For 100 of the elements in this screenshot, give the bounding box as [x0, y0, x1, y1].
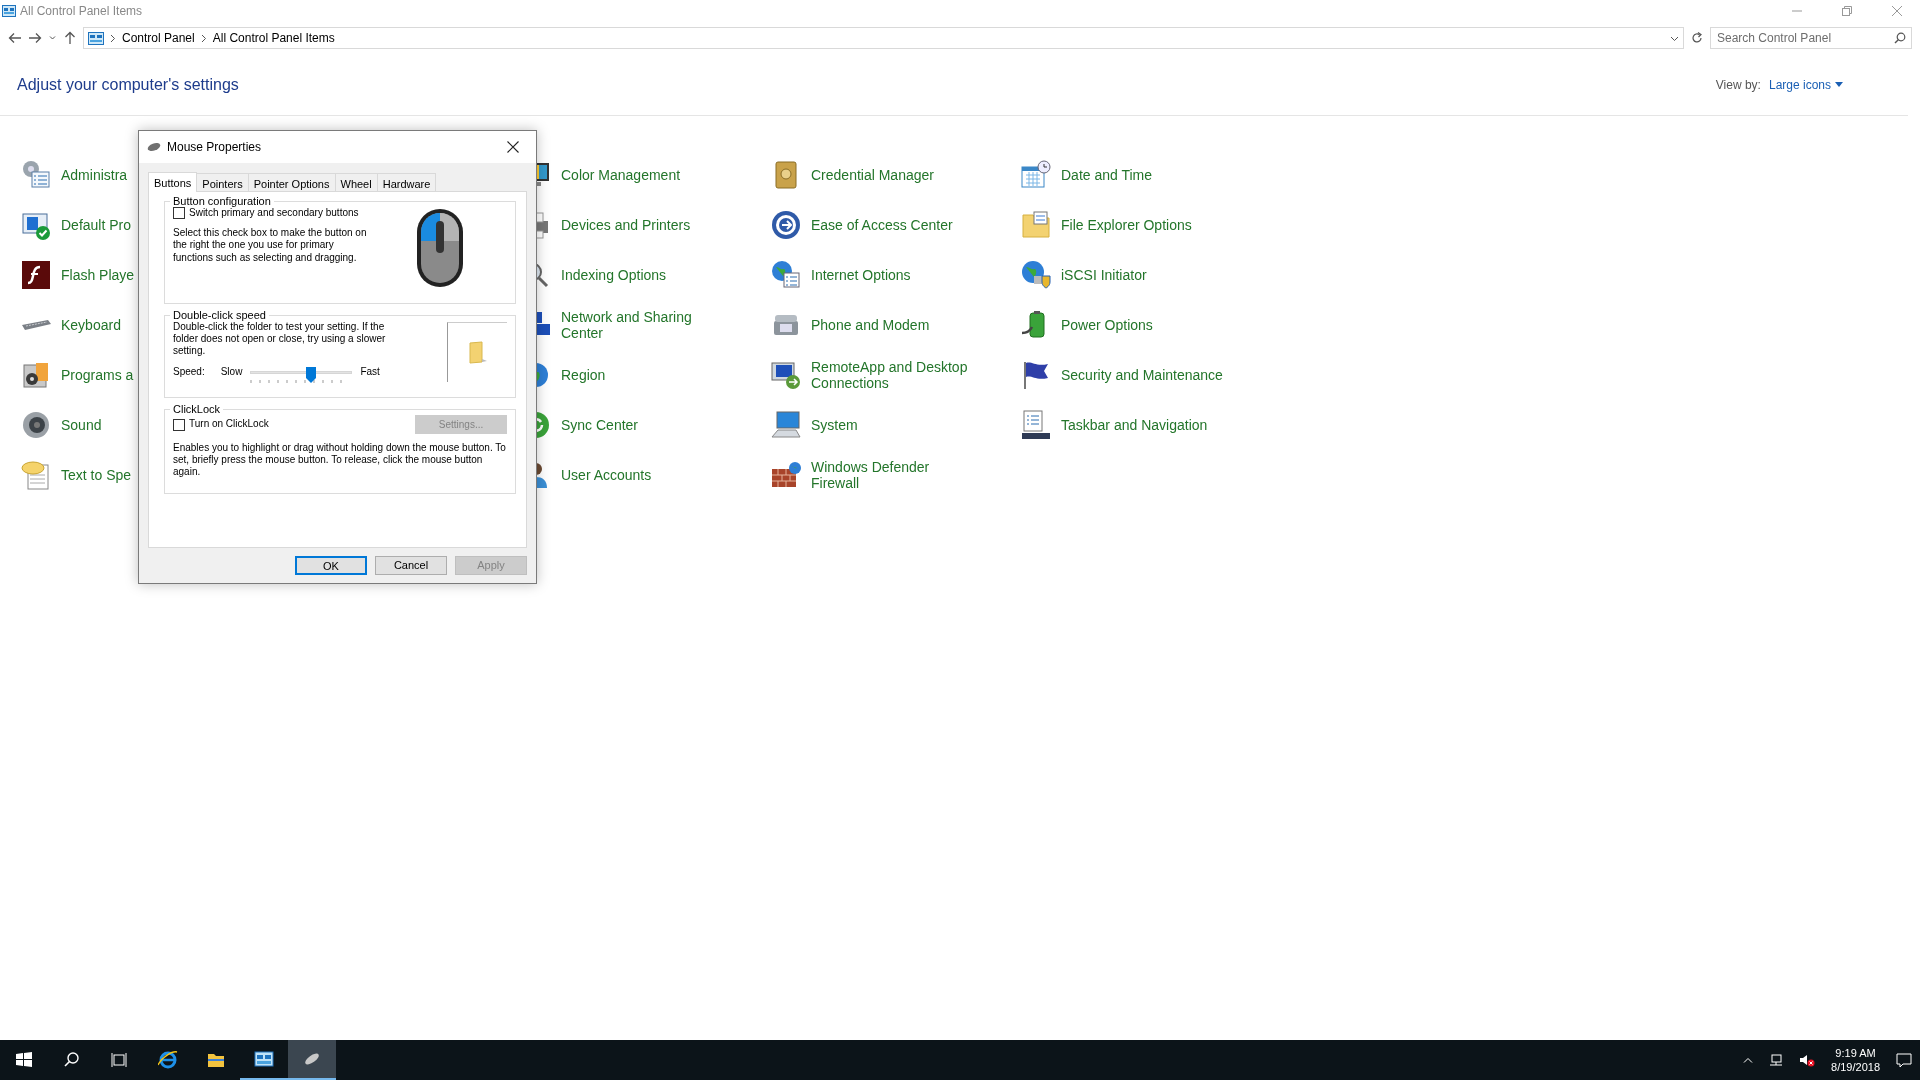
calendar-clock-icon: [1020, 159, 1052, 191]
control-panel-icon: [88, 31, 104, 45]
window-title: All Control Panel Items: [20, 3, 143, 20]
settings-item-link[interactable]: Indexing Options: [561, 266, 667, 284]
checklist-taskbar-icon: [1020, 409, 1052, 441]
forward-button[interactable]: [28, 31, 42, 45]
refresh-button[interactable]: [1690, 31, 1704, 45]
dialog-button[interactable]: Cancel: [375, 556, 447, 575]
network-icon[interactable]: [1769, 1053, 1784, 1067]
control-panel-icon: [254, 1049, 274, 1069]
settings-item-link[interactable]: Keyboard: [61, 316, 121, 334]
tab[interactable]: Hardware: [376, 173, 437, 191]
description-text: Enables you to highlight or drag without holding down the mouse button. To set, briefly press the mouse button. To release, click the mouse button again.: [173, 442, 507, 479]
settings-item-link[interactable]: Power Options: [1061, 316, 1153, 334]
settings-item-link[interactable]: Text to Spe: [61, 466, 132, 484]
group-title: Button configuration: [172, 196, 271, 207]
monitor-arrows-icon: [770, 359, 802, 391]
accessibility-icon: [770, 209, 802, 241]
task-view-icon: [110, 1050, 130, 1070]
windows-logo-icon: [14, 1050, 34, 1070]
group-title: ClickLock: [172, 404, 222, 415]
page-heading: Adjust your computer's settings: [17, 74, 239, 95]
address-bar[interactable]: Control Panel All Control Panel Items: [83, 27, 1684, 49]
settings-item-link[interactable]: Devices and Printers: [561, 216, 691, 234]
checkbox-label: Turn on ClickLock: [189, 418, 269, 431]
keyboard-icon: [22, 319, 52, 331]
settings-item-link[interactable]: Default Pro: [61, 216, 132, 234]
settings-item-link[interactable]: Windows Defender Firewall: [811, 458, 977, 492]
settings-item-link[interactable]: Programs a: [61, 366, 134, 384]
view-mode-dropdown[interactable]: Large icons: [1768, 75, 1843, 94]
settings-item-link[interactable]: Taskbar and Navigation: [1061, 416, 1208, 434]
globe-checklist-icon: [770, 259, 802, 291]
dialog-button[interactable]: OK: [295, 556, 367, 575]
tab[interactable]: Pointer Options: [247, 173, 336, 191]
volume-muted-icon[interactable]: [1799, 1053, 1816, 1067]
slow-label: Slow: [220, 365, 243, 378]
breadcrumb-link[interactable]: Control Panel: [122, 29, 195, 47]
settings-item-link[interactable]: System: [811, 416, 858, 434]
fast-label: Fast: [360, 365, 380, 378]
settings-item-link[interactable]: Flash Playe: [61, 266, 135, 284]
settings-item-link[interactable]: Region: [561, 366, 606, 384]
chevron-icon: [200, 33, 207, 43]
search-field[interactable]: Search Control Panel: [1710, 27, 1912, 49]
speech-bubble-icon: [20, 459, 52, 491]
settings-item-link[interactable]: Credential Manager: [811, 166, 934, 184]
tab[interactable]: Wheel: [334, 173, 378, 191]
settings-item-link[interactable]: Color Management: [561, 166, 681, 184]
computer-icon: [770, 409, 802, 441]
settings-item-link[interactable]: User Accounts: [561, 466, 652, 484]
control-panel-icon: [2, 4, 16, 18]
chevron-icon: [110, 33, 116, 43]
restore-icon: [1842, 6, 1852, 16]
settings-item-link[interactable]: Sync Center: [561, 416, 639, 434]
settings-item-link[interactable]: Internet Options: [811, 266, 911, 284]
slider-thumb[interactable]: [305, 365, 316, 382]
checkbox[interactable]: [173, 207, 185, 220]
settings-item-link[interactable]: Administra: [61, 166, 128, 184]
view-by-label: View by:: [1715, 76, 1761, 94]
dialog-title: Mouse Properties: [167, 139, 262, 156]
group-title: Double-click speed: [172, 310, 266, 321]
clock-date[interactable]: 8/19/2018: [1831, 1060, 1880, 1075]
taskbar-app-button[interactable]: [288, 1040, 336, 1080]
breadcrumb-link[interactable]: All Control Panel Items: [212, 29, 335, 47]
settings-item-link[interactable]: Sound: [61, 416, 102, 434]
settings-item-link[interactable]: RemoteApp and Desktop Connections: [811, 358, 977, 392]
tab[interactable]: Pointers: [196, 173, 249, 191]
tab[interactable]: Buttons: [148, 172, 198, 192]
speaker-icon: [20, 409, 52, 441]
checkbox[interactable]: [173, 418, 185, 431]
chevron-up-icon[interactable]: [1743, 1057, 1754, 1063]
mouse-icon: [147, 142, 161, 152]
globe-shield-icon: [1020, 259, 1052, 291]
slider-track[interactable]: [250, 365, 353, 380]
checkbox-label: Switch primary and secondary buttons: [189, 207, 359, 220]
settings-item-link[interactable]: iSCSI Initiator: [1061, 266, 1147, 284]
settings-item-link[interactable]: Phone and Modem: [811, 316, 930, 334]
search-icon: [1894, 32, 1906, 44]
right-arrow-icon: [28, 31, 42, 45]
gear-checklist-icon: [20, 159, 52, 191]
clock-time[interactable]: 9:19 AM: [1831, 1045, 1880, 1060]
flash-icon: [20, 259, 52, 291]
folder-checklist-icon: [1020, 209, 1052, 241]
close-icon: [1892, 6, 1902, 16]
close-icon: [507, 141, 519, 153]
settings-item-link[interactable]: Ease of Access Center: [811, 216, 953, 234]
folder-icon: [467, 340, 488, 365]
back-button[interactable]: [8, 31, 22, 45]
description-text: Select this check box to make the button on the right the one you use for primary functions such as selecting and dragging.: [173, 227, 368, 264]
settings-item-link[interactable]: Security and Maintenance: [1061, 366, 1223, 384]
settings-item-link[interactable]: Date and Time: [1061, 166, 1153, 184]
refresh-icon: [1690, 31, 1704, 45]
settings-item-link[interactable]: File Explorer Options: [1061, 216, 1192, 234]
notification-icon[interactable]: [1896, 1052, 1912, 1068]
caret-icon: [1835, 82, 1843, 87]
up-button[interactable]: [63, 31, 77, 45]
up-arrow-icon: [63, 31, 77, 45]
speed-label: Speed:: [173, 365, 205, 378]
settings-item-link[interactable]: Network and Sharing Center: [561, 308, 727, 342]
globe-e-icon: [158, 1050, 178, 1070]
description-text: Double-click the folder to test your setting. If the folder does not open or close, try using a slower setting.: [173, 321, 387, 358]
